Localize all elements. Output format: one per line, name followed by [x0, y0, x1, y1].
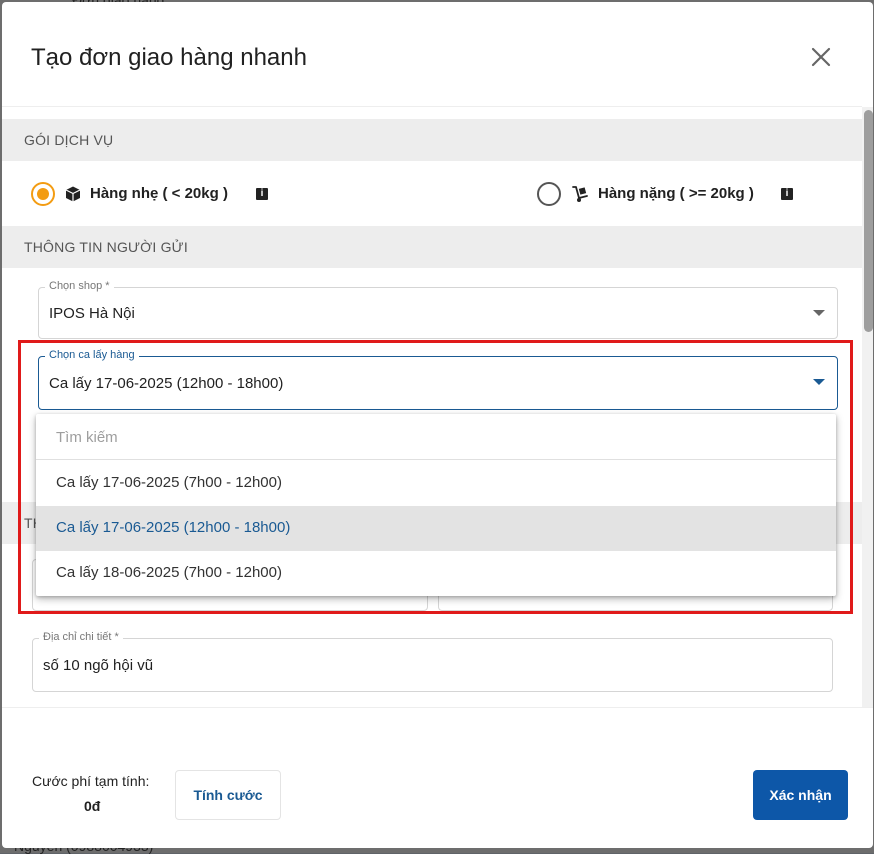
caret-down-icon	[813, 379, 825, 385]
pickup-shift-select[interactable]: Chọn ca lấy hàng Ca lấy 17-06-2025 (12h0…	[38, 349, 838, 410]
footer-divider	[2, 707, 873, 708]
scrollbar-thumb[interactable]	[864, 110, 873, 332]
info-icon[interactable]: i	[256, 188, 268, 200]
service-section-label: GÓI DỊCH VỤ	[24, 132, 114, 148]
dropdown-search-input[interactable]	[56, 426, 796, 448]
estimated-fee-label: Cước phí tạm tính:	[32, 773, 150, 789]
sender-section-label: THÔNG TIN NGƯỜI GỬI	[24, 239, 188, 255]
service-section-header: GÓI DỊCH VỤ	[2, 119, 862, 161]
calculate-fee-button[interactable]: Tính cước	[175, 770, 281, 820]
address-input[interactable]: Địa chỉ chi tiết * số 10 ngõ hội vũ	[32, 631, 833, 692]
dropdown-search	[36, 414, 836, 460]
dropdown-option[interactable]: Ca lấy 17-06-2025 (7h00 - 12h00)	[36, 461, 836, 506]
dropdown-option-label: Ca lấy 17-06-2025 (7h00 - 12h00)	[56, 474, 282, 491]
pickup-shift-value: Ca lấy 17-06-2025 (12h00 - 18h00)	[49, 375, 284, 392]
dialog-content: GÓI DỊCH VỤ Hàng nhẹ ( < 20kg ) i Hàng n…	[2, 107, 862, 707]
sender-section-header: THÔNG TIN NGƯỜI GỬI	[2, 226, 862, 268]
dropdown-option[interactable]: Ca lấy 18-06-2025 (7h00 - 12h00)	[36, 551, 836, 596]
estimated-fee-value: 0đ	[84, 798, 101, 814]
shop-select[interactable]: Chọn shop * IPOS Hà Nội	[38, 280, 838, 339]
dropdown-option-label: Ca lấy 18-06-2025 (7h00 - 12h00)	[56, 564, 282, 581]
close-icon[interactable]	[808, 44, 834, 70]
dialog-title: Tạo đơn giao hàng nhanh	[31, 44, 307, 71]
dropdown-option-label: Ca lấy 17-06-2025 (12h00 - 18h00)	[56, 519, 291, 536]
pickup-shift-dropdown: Ca lấy 17-06-2025 (7h00 - 12h00) Ca lấy …	[36, 414, 836, 596]
heavy-goods-label: Hàng nặng ( >= 20kg )	[598, 185, 754, 202]
hand-truck-icon	[572, 186, 588, 202]
radio-light-goods[interactable]	[31, 182, 55, 206]
caret-down-icon	[813, 310, 825, 316]
radio-heavy-goods[interactable]	[537, 182, 561, 206]
confirm-button[interactable]: Xác nhận	[753, 770, 848, 820]
address-label: Địa chỉ chi tiết *	[39, 631, 123, 643]
info-icon[interactable]: i	[781, 188, 793, 200]
pickup-shift-label: Chọn ca lấy hàng	[45, 349, 139, 361]
address-value: số 10 ngõ hội vũ	[43, 657, 154, 674]
light-goods-label: Hàng nhẹ ( < 20kg )	[90, 185, 228, 202]
dropdown-option-selected[interactable]: Ca lấy 17-06-2025 (12h00 - 18h00)	[36, 506, 836, 551]
box-icon	[65, 186, 81, 202]
shop-select-value: IPOS Hà Nội	[49, 305, 135, 322]
shop-select-label: Chọn shop *	[45, 280, 114, 292]
